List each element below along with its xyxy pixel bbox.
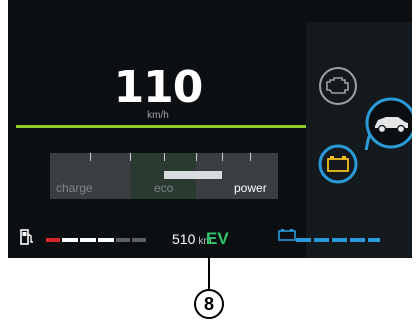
gauge-tick (196, 153, 197, 161)
gauge-label-charge: charge (56, 181, 93, 195)
battery-segment (296, 238, 311, 242)
speed-bar (16, 125, 306, 128)
callout-badge: 8 (194, 289, 224, 319)
car-icon (364, 97, 412, 150)
battery-segment (314, 238, 329, 242)
gauge-label-power: power (234, 181, 267, 195)
battery-segment (368, 238, 380, 242)
fuel-segment (132, 238, 146, 242)
speed-unit: km/h (147, 110, 169, 121)
fuel-segment (46, 238, 60, 242)
battery-warning-icon (318, 144, 358, 184)
battery-icon (278, 229, 296, 241)
gauge-tick (250, 153, 251, 161)
fuel-segment (80, 238, 96, 242)
gauge-tick (222, 153, 223, 161)
power-level-bar (164, 171, 222, 179)
battery-segment (350, 238, 365, 242)
gauge-tick (164, 153, 165, 161)
ev-mode-indicator: EV (206, 229, 229, 248)
gauge-label-eco: eco (154, 181, 174, 195)
engine-icon (319, 67, 357, 105)
callout-line (208, 255, 210, 291)
fuel-segment (62, 238, 78, 242)
gauge-tick (90, 153, 91, 161)
gauge-tick (130, 153, 131, 161)
fuel-segment (98, 238, 114, 242)
range-value: 510 (172, 231, 196, 247)
fuel-pump-icon (20, 229, 33, 245)
battery-segment (332, 238, 347, 242)
fuel-segment (116, 238, 130, 242)
speed-value: 110 (113, 62, 204, 113)
power-gauge: charge eco power (50, 153, 278, 199)
instrument-cluster: 110 km/h charge eco power 510 km EV (8, 0, 412, 258)
